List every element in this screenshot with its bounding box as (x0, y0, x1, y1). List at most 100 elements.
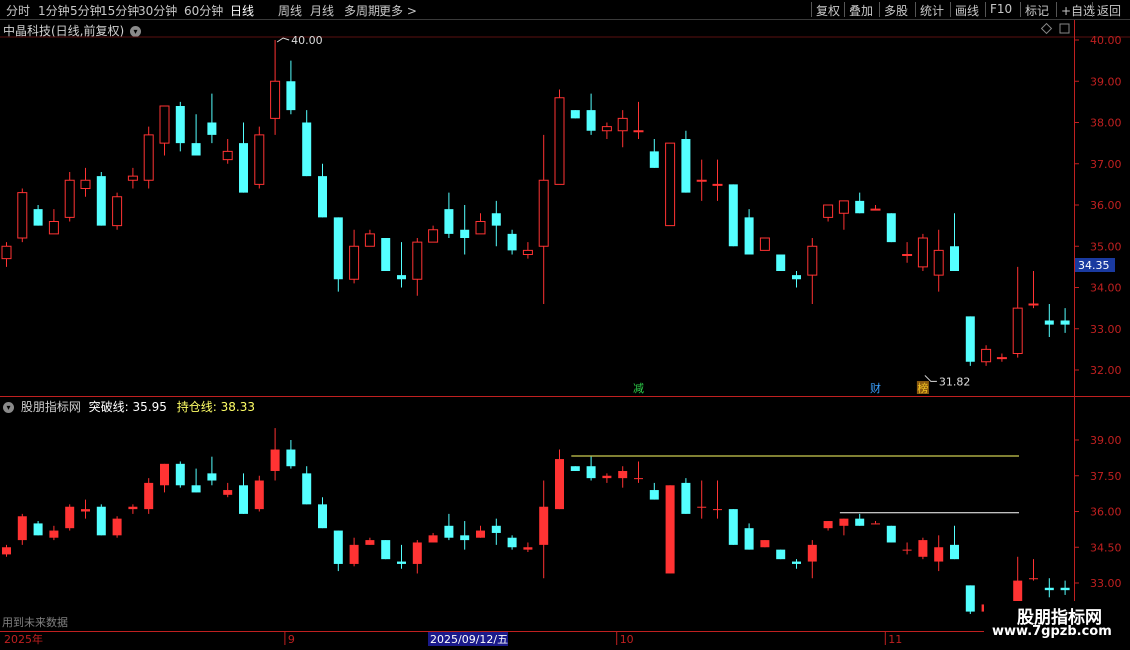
indicator-candle[interactable] (302, 473, 312, 505)
indicator-candle[interactable] (570, 466, 580, 471)
indicator-candle[interactable] (96, 506, 106, 536)
indicator-candle[interactable] (2, 547, 11, 555)
price-candle[interactable] (870, 208, 881, 211)
price-candle[interactable] (270, 80, 281, 119)
price-candle[interactable] (917, 237, 928, 268)
price-candle[interactable] (364, 233, 375, 247)
indicator-candle[interactable] (333, 530, 343, 564)
indicator-candle[interactable] (665, 485, 675, 574)
price-candle[interactable] (460, 229, 470, 238)
price-candle[interactable] (17, 192, 28, 239)
price-candle[interactable] (349, 245, 360, 280)
price-candle[interactable] (397, 275, 406, 280)
price-candle[interactable] (728, 184, 738, 247)
price-candle[interactable] (1044, 320, 1054, 325)
indicator-candle[interactable] (681, 482, 691, 514)
price-candle[interactable] (475, 221, 486, 235)
indicator-candle[interactable] (855, 518, 865, 526)
price-candle[interactable] (302, 122, 312, 177)
price-candle[interactable] (586, 110, 596, 131)
price-candle[interactable] (48, 221, 59, 235)
price-candle[interactable] (902, 254, 913, 256)
price-candle[interactable] (823, 204, 834, 218)
price-candle[interactable] (950, 246, 959, 271)
indicator-candle[interactable] (160, 463, 169, 486)
indicator-candle[interactable] (254, 480, 264, 510)
indicator-candle[interactable] (191, 485, 201, 493)
price-candle[interactable] (207, 122, 217, 135)
indicator-candle[interactable] (428, 535, 438, 543)
price-candle[interactable] (617, 117, 628, 132)
kline-chart[interactable]: 40.00 39.00 38.00 37.00 36.00 35.00 34.00 33.00… (0, 0, 1130, 650)
price-candle[interactable] (807, 245, 818, 276)
price-candle[interactable] (792, 275, 801, 280)
price-candle[interactable] (428, 229, 439, 243)
indicator-candle[interactable] (602, 475, 612, 479)
indicator-candle[interactable] (1044, 587, 1054, 591)
price-candle[interactable] (601, 126, 612, 132)
indicator-candle[interactable] (476, 530, 485, 538)
price-candle[interactable] (933, 249, 944, 276)
indicator-candle[interactable] (207, 473, 217, 481)
indicator-candle[interactable] (286, 449, 296, 467)
indicator-candle[interactable] (823, 521, 833, 529)
price-candle[interactable] (759, 237, 770, 251)
indicator-candle[interactable] (634, 478, 643, 480)
price-candle[interactable] (191, 143, 201, 156)
indicator-candle[interactable] (65, 506, 75, 529)
price-candle[interactable] (538, 179, 549, 247)
price-candle[interactable] (96, 176, 106, 226)
indicator-candle[interactable] (792, 561, 801, 564)
price-candle[interactable] (1060, 320, 1070, 325)
indicator-candle[interactable] (318, 504, 327, 529)
price-candle[interactable] (159, 105, 170, 144)
price-candle[interactable] (570, 110, 580, 119)
indicator-candle[interactable] (49, 530, 59, 538)
price-candle[interactable] (64, 179, 75, 218)
indicator-candle[interactable] (144, 482, 154, 510)
indicator-candle[interactable] (1060, 587, 1070, 591)
price-candle[interactable] (222, 150, 233, 161)
indicator-candle[interactable] (523, 547, 533, 550)
indicator-candle[interactable] (713, 509, 722, 511)
indicator-candle[interactable] (555, 459, 564, 510)
indicator-candle[interactable] (365, 540, 375, 545)
indicator-candle[interactable] (128, 506, 138, 510)
indicator-candle[interactable] (618, 470, 628, 479)
price-candle[interactable] (522, 249, 533, 255)
price-candle[interactable] (712, 183, 723, 186)
indicator-candle[interactable] (460, 535, 470, 541)
price-candle[interactable] (127, 175, 138, 181)
indicator-candle[interactable] (81, 509, 90, 512)
indicator-candle[interactable] (918, 540, 928, 557)
indicator-candle[interactable] (760, 540, 770, 548)
price-candle[interactable] (286, 81, 296, 111)
indicator-candle[interactable] (539, 506, 549, 545)
indicator-candle[interactable] (507, 537, 517, 548)
price-candle[interactable] (1, 245, 12, 260)
price-candle[interactable] (744, 217, 754, 255)
indicator-candle[interactable] (270, 449, 280, 471)
indicator-candle[interactable] (444, 525, 454, 538)
price-candle[interactable] (491, 213, 501, 226)
indicator-candle[interactable] (886, 525, 896, 543)
indicator-candle[interactable] (239, 485, 248, 514)
indicator-candle[interactable] (744, 528, 754, 550)
price-candle[interactable] (239, 143, 248, 193)
indicator-candle[interactable] (697, 506, 707, 508)
indicator-candle[interactable] (112, 518, 122, 536)
price-candle[interactable] (175, 106, 185, 144)
indicator-candle[interactable] (397, 561, 406, 564)
indicator-candle[interactable] (175, 463, 185, 486)
indicator-candle[interactable] (902, 549, 912, 551)
price-candle[interactable] (838, 200, 849, 214)
price-candle[interactable] (412, 241, 423, 280)
diamond-icon[interactable] (1040, 22, 1053, 35)
price-candle[interactable] (981, 348, 992, 363)
indicator-candle[interactable] (965, 585, 975, 612)
chevron-down-icon[interactable]: ▾ (3, 402, 14, 413)
price-candle[interactable] (444, 209, 454, 234)
price-candle[interactable] (554, 97, 565, 185)
price-candle[interactable] (665, 142, 676, 227)
price-candle[interactable] (507, 233, 517, 251)
